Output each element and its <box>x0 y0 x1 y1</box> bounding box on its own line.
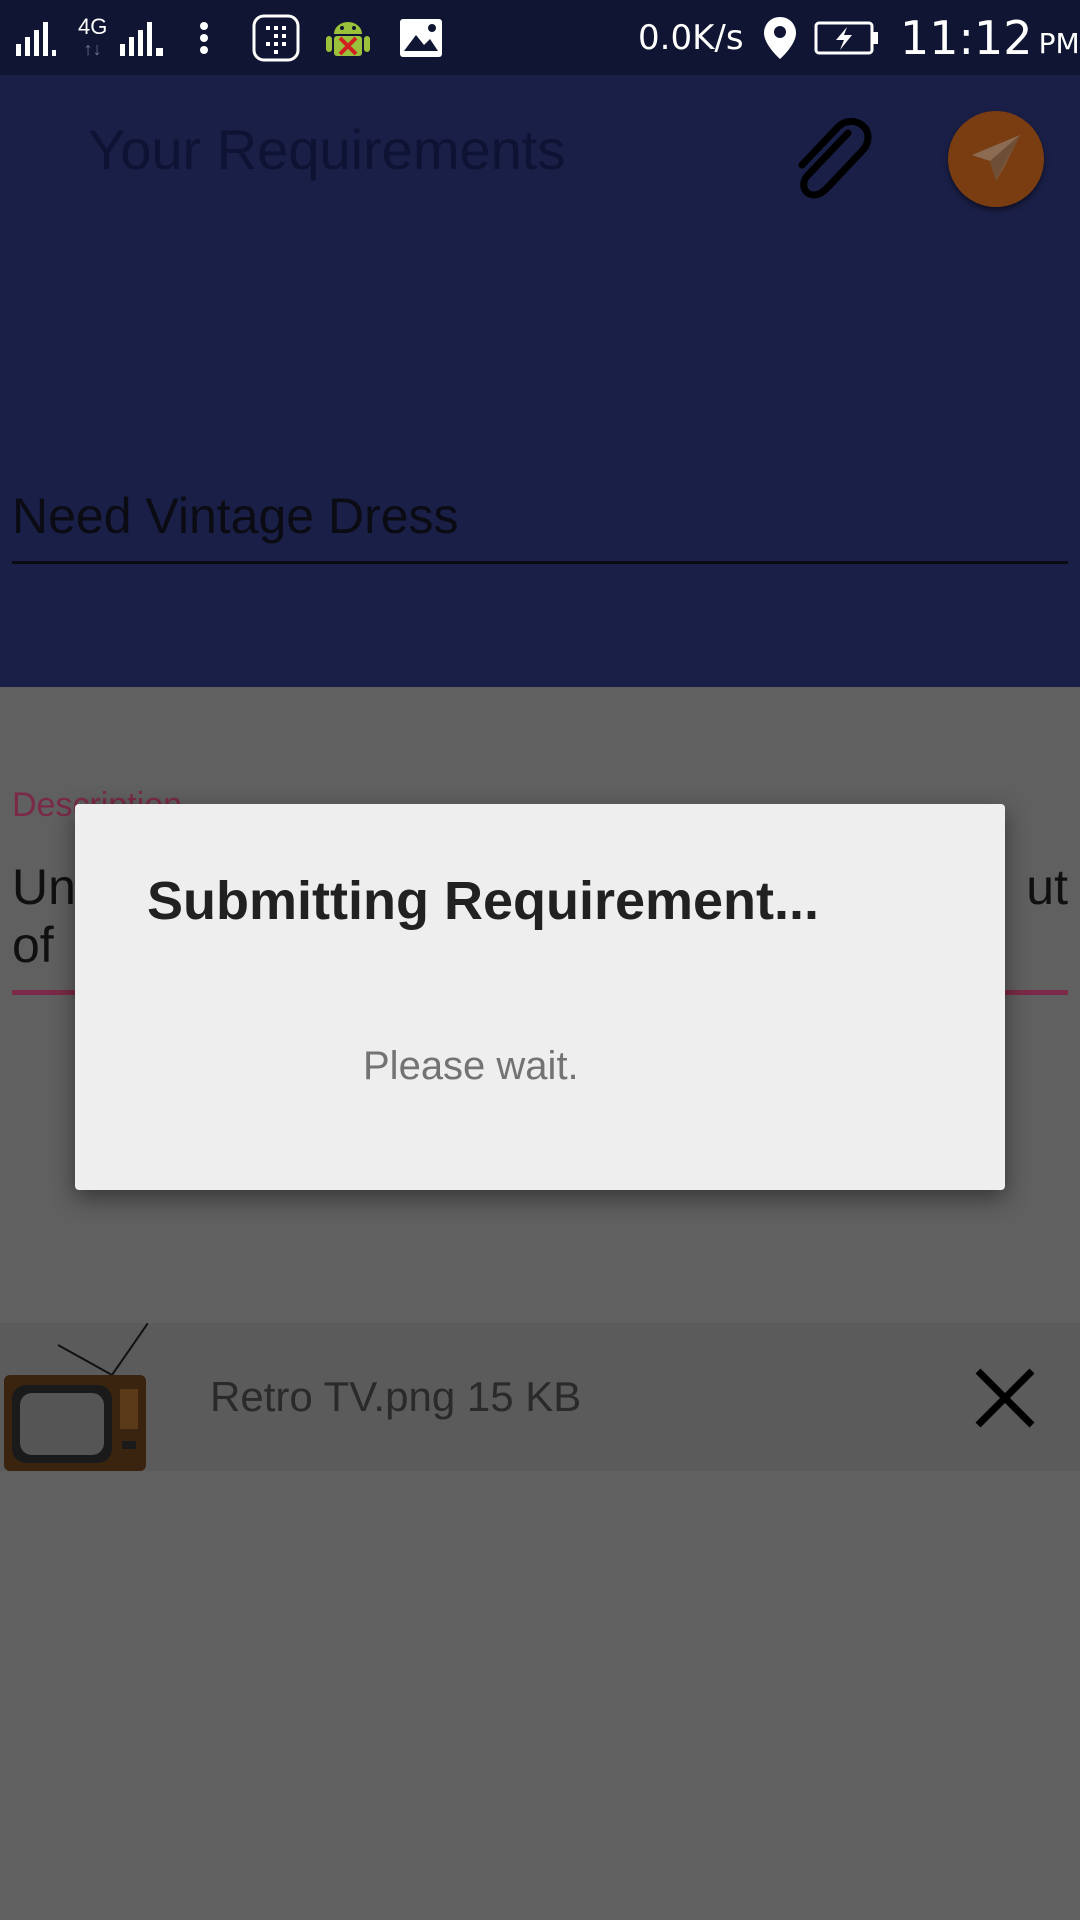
app-header: Your Requirements Need Vintage Dress <box>0 75 1080 687</box>
requirement-title-field[interactable]: Need Vintage Dress <box>12 487 459 545</box>
description-text-line2: of <box>12 917 54 973</box>
attachment-item: Retro TV.png 15 KB <box>0 1322 1080 1473</box>
battery-charging-icon <box>814 0 880 75</box>
attachment-file-label: Retro TV.png 15 KB <box>210 1373 582 1420</box>
dialog-message: Please wait. <box>363 1044 579 1088</box>
status-bar: 4G ↑↓ 0.0K/s 11:12 PM <box>0 0 1080 75</box>
net-speed: 0.0K/s <box>638 17 744 58</box>
signal-sim2-icon <box>118 0 166 75</box>
gallery-icon <box>398 0 444 75</box>
send-icon <box>972 135 1020 181</box>
progress-dialog: Submitting Requirement... Please wait. <box>75 804 1005 1190</box>
requirement-title-underline <box>12 561 1068 564</box>
description-text-start: Un <box>12 859 76 915</box>
app-icon <box>252 0 300 75</box>
clock-ampm: PM <box>1038 27 1080 60</box>
android-debug-icon <box>322 0 374 75</box>
paperclip-icon[interactable] <box>778 113 878 213</box>
dialog-title: Submitting Requirement... <box>147 871 820 931</box>
retro-tv-icon <box>2 1322 149 1473</box>
close-icon[interactable] <box>970 1363 1040 1433</box>
network-type: 4G ↑↓ <box>78 13 108 59</box>
clock: 11:12 <box>900 10 1033 65</box>
signal-sim1-icon <box>14 0 60 75</box>
page-title: Your Requirements <box>88 118 566 181</box>
more-icon <box>196 0 212 75</box>
send-button[interactable] <box>948 111 1044 207</box>
description-text-end: ut <box>1026 859 1068 915</box>
location-icon <box>762 0 798 75</box>
